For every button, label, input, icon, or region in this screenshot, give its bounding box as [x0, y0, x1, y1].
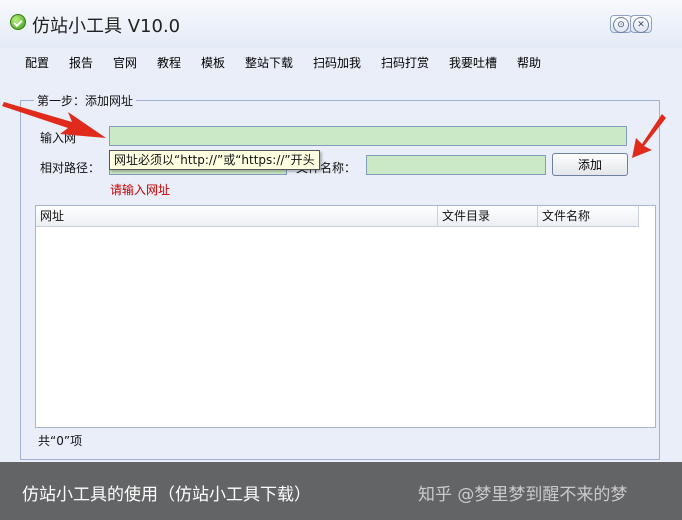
menu-item-config[interactable]: 配置: [25, 54, 49, 71]
close-button[interactable]: ✕: [630, 15, 652, 33]
watermark-text: 知乎 @梦里梦到醒不来的梦: [418, 485, 628, 505]
menu-item-site-download[interactable]: 整站下载: [245, 54, 293, 71]
add-button[interactable]: 添加: [552, 153, 628, 176]
url-error-text: 请输入网址: [110, 183, 171, 197]
menu-item-help[interactable]: 帮助: [517, 54, 541, 71]
menu-item-feedback[interactable]: 我要吐槽: [449, 54, 497, 71]
item-count-text: 共“0”项: [38, 434, 83, 448]
menu-bar: 配置 报告 官网 教程 模板 整站下载 扫码加我 扫码打赏 我要吐槽 帮助: [0, 48, 682, 74]
title-bar: 仿站小工具 V10.0 ⊙ ✕: [0, 0, 682, 48]
url-input[interactable]: [109, 126, 627, 146]
menu-item-template[interactable]: 模板: [201, 54, 225, 71]
column-header-url[interactable]: 网址: [36, 206, 438, 226]
caption-text: 仿站小工具的使用（仿站小工具下载）: [22, 485, 311, 505]
table-header: 网址 文件目录 文件名称: [36, 206, 639, 227]
column-header-filename[interactable]: 文件名称: [538, 206, 639, 226]
menu-item-tutorial[interactable]: 教程: [157, 54, 181, 71]
menu-item-scan-add[interactable]: 扫码加我: [313, 54, 361, 71]
menu-item-website[interactable]: 官网: [113, 54, 137, 71]
minimize-button[interactable]: ⊙: [610, 15, 632, 33]
menu-item-scan-tip[interactable]: 扫码打赏: [381, 54, 429, 71]
url-list-table[interactable]: 网址 文件目录 文件名称: [35, 205, 656, 428]
minimize-icon: ⊙: [613, 17, 629, 33]
column-header-directory[interactable]: 文件目录: [438, 206, 538, 226]
app-logo-icon: [10, 14, 26, 30]
filename-input[interactable]: [366, 155, 546, 175]
left-arrow-annotation: [2, 102, 106, 138]
right-arrow-annotation: [632, 114, 666, 158]
close-icon: ✕: [633, 17, 649, 33]
menu-item-report[interactable]: 报告: [69, 54, 93, 71]
relpath-label: 相对路径：: [40, 161, 101, 175]
url-hint-tooltip: 网址必须以“http://”或“https://”开头: [109, 150, 320, 170]
app-window: 仿站小工具 V10.0 ⊙ ✕ 配置 报告 官网 教程 模板 整站下载 扫码加我…: [0, 0, 682, 520]
window-title: 仿站小工具 V10.0: [32, 16, 181, 37]
